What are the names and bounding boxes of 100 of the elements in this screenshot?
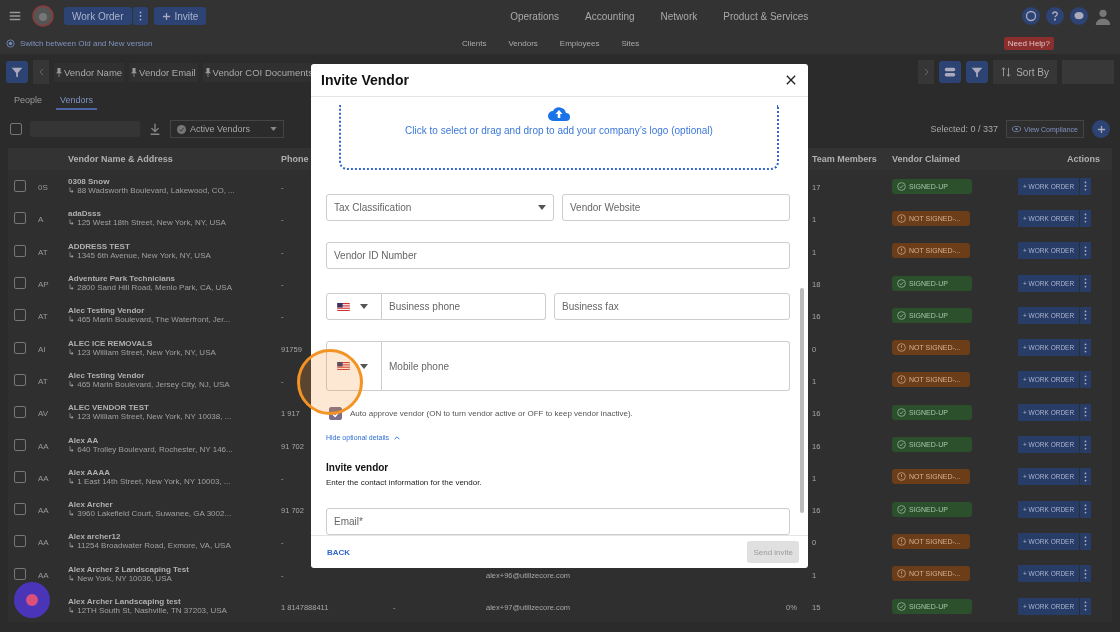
check-circle-icon xyxy=(897,181,906,191)
record-button[interactable] xyxy=(14,582,50,618)
more-icon xyxy=(138,11,142,21)
chevron-left-icon xyxy=(38,68,44,76)
business-fax-field[interactable]: Business fax xyxy=(554,293,790,320)
radio-icon xyxy=(6,38,15,48)
row-checkbox[interactable] xyxy=(14,567,26,580)
logo-drop-zone[interactable]: Click to select or drag and drop to add your company’s logo (optional) xyxy=(339,105,779,170)
more-button[interactable] xyxy=(1080,597,1092,615)
more-icon xyxy=(1084,407,1088,418)
row-checkbox[interactable] xyxy=(14,470,26,483)
tab[interactable]: People xyxy=(10,92,47,110)
website-field[interactable]: Vendor Website xyxy=(562,194,790,221)
select-all-checkbox[interactable] xyxy=(10,123,22,135)
section-title: Invite vendor xyxy=(326,462,389,473)
version-switch-link[interactable]: Switch between Old and New version xyxy=(20,38,153,48)
row-checkbox[interactable] xyxy=(14,244,26,257)
vendor-id-field[interactable]: Vendor ID Number xyxy=(326,242,790,269)
vendor-name: Alex archer12 xyxy=(68,532,121,542)
nav-link[interactable]: Accounting xyxy=(585,10,635,22)
sort-button[interactable]: Sort By xyxy=(993,60,1057,84)
row-checkbox[interactable] xyxy=(14,406,26,419)
initials-avatar: AT xyxy=(38,312,48,322)
nav-link[interactable]: Network xyxy=(660,10,698,22)
sub-nav-link[interactable]: Employees xyxy=(559,38,600,48)
chat-icon[interactable] xyxy=(1070,7,1088,25)
more-button[interactable] xyxy=(1080,371,1092,389)
menu-icon[interactable] xyxy=(8,9,22,23)
row-checkbox[interactable] xyxy=(14,341,26,354)
back-button[interactable]: BACK xyxy=(327,545,351,559)
more-button[interactable] xyxy=(1080,339,1092,357)
column-header[interactable]: Vendor Claimed xyxy=(892,154,1018,164)
more-icon xyxy=(1084,181,1088,192)
help-icon[interactable] xyxy=(1046,7,1064,25)
row-checkbox[interactable] xyxy=(14,277,26,290)
target-icon[interactable] xyxy=(1022,7,1040,25)
column-header[interactable]: Actions xyxy=(1018,154,1100,164)
avatar-icon[interactable] xyxy=(1094,7,1112,25)
more-button[interactable] xyxy=(1080,242,1092,260)
vendor-name: Alex Archer 2 Landscaping Test xyxy=(68,564,189,574)
more-button[interactable] xyxy=(1080,209,1092,227)
invite-button[interactable]: Invite xyxy=(153,7,207,25)
tab[interactable]: Vendors xyxy=(56,92,98,110)
chevron-icon[interactable] xyxy=(394,435,401,440)
vendor-address: ↳ 123 William Street, New York, NY 10038, ... xyxy=(68,412,232,422)
more-icon xyxy=(1084,278,1088,289)
vendor-address: ↳ 2800 Sand Hill Road, Menlo Park, CA, USA xyxy=(68,283,232,293)
vendor-name: adaDsss xyxy=(68,209,101,219)
help-badge[interactable]: Need Help? xyxy=(1003,36,1054,50)
column-header[interactable]: Team Members xyxy=(812,154,892,164)
sub-nav-link[interactable]: Vendors xyxy=(508,38,538,48)
plus-icon xyxy=(161,11,171,21)
more-button[interactable] xyxy=(1080,403,1092,421)
mobile-phone-field[interactable]: Mobile phone xyxy=(382,341,790,391)
more-button[interactable] xyxy=(1080,306,1092,324)
country-code-select[interactable] xyxy=(326,293,382,320)
caret-icon xyxy=(360,363,368,369)
more-button[interactable] xyxy=(1080,500,1092,518)
add-button[interactable] xyxy=(1092,120,1110,138)
nav-link[interactable]: Product & Services xyxy=(723,10,809,22)
more-button[interactable] xyxy=(1080,436,1092,453)
filter-add-button[interactable] xyxy=(966,61,989,83)
row-checkbox[interactable] xyxy=(14,212,26,225)
row-checkbox[interactable] xyxy=(14,535,26,548)
vendor-name: ALEC VENDOR TEST xyxy=(68,403,149,413)
row-checkbox[interactable] xyxy=(14,438,26,451)
alert-circle-icon xyxy=(897,472,906,482)
columns-button[interactable] xyxy=(939,61,962,83)
more-button[interactable] xyxy=(1080,468,1092,486)
filter-button[interactable] xyxy=(6,61,28,83)
row-checkbox[interactable] xyxy=(14,503,26,516)
flag-icon xyxy=(337,302,350,311)
auto-approve-checkbox[interactable] xyxy=(329,407,342,420)
row-checkbox[interactable] xyxy=(14,180,26,193)
nav-link[interactable]: Operations xyxy=(510,10,560,22)
row-checkbox[interactable] xyxy=(14,373,26,386)
more-button[interactable] xyxy=(1080,565,1092,583)
check-circle-icon xyxy=(897,310,906,320)
vendor-address: ↳ 465 Marin Boulevard, Jersey City, NJ, USA xyxy=(68,379,230,389)
status-select[interactable]: Active Vendors xyxy=(170,120,284,138)
alert-circle-icon xyxy=(897,213,906,223)
scrollbar-thumb[interactable] xyxy=(800,288,804,513)
vendor-address: ↳ 12TH South St, Nashville, TN 37203, USA xyxy=(68,606,227,615)
vendor-address: ↳ 640 Trolley Boulevard, Rochester, NY 146... xyxy=(68,444,233,454)
initials-avatar: AA xyxy=(38,570,49,580)
more-button[interactable] xyxy=(1080,274,1092,292)
email-field[interactable]: Email* xyxy=(326,508,790,535)
close-button[interactable] xyxy=(784,73,798,87)
tax-classification-select[interactable]: Tax Classification xyxy=(326,194,554,221)
work-order-button[interactable]: Work Order xyxy=(64,7,132,25)
more-button[interactable] xyxy=(1080,177,1092,195)
row-checkbox[interactable] xyxy=(14,309,26,322)
sub-nav-link[interactable]: Sites xyxy=(621,38,640,48)
more-button[interactable] xyxy=(132,7,148,25)
logo-icon[interactable] xyxy=(32,5,54,27)
business-phone-field[interactable]: Business phone xyxy=(382,293,546,320)
sub-nav-link[interactable]: Clients xyxy=(462,38,487,48)
column-header[interactable]: Vendor Name & Address xyxy=(68,154,281,164)
more-button[interactable] xyxy=(1080,532,1092,550)
download-icon[interactable] xyxy=(148,122,162,136)
